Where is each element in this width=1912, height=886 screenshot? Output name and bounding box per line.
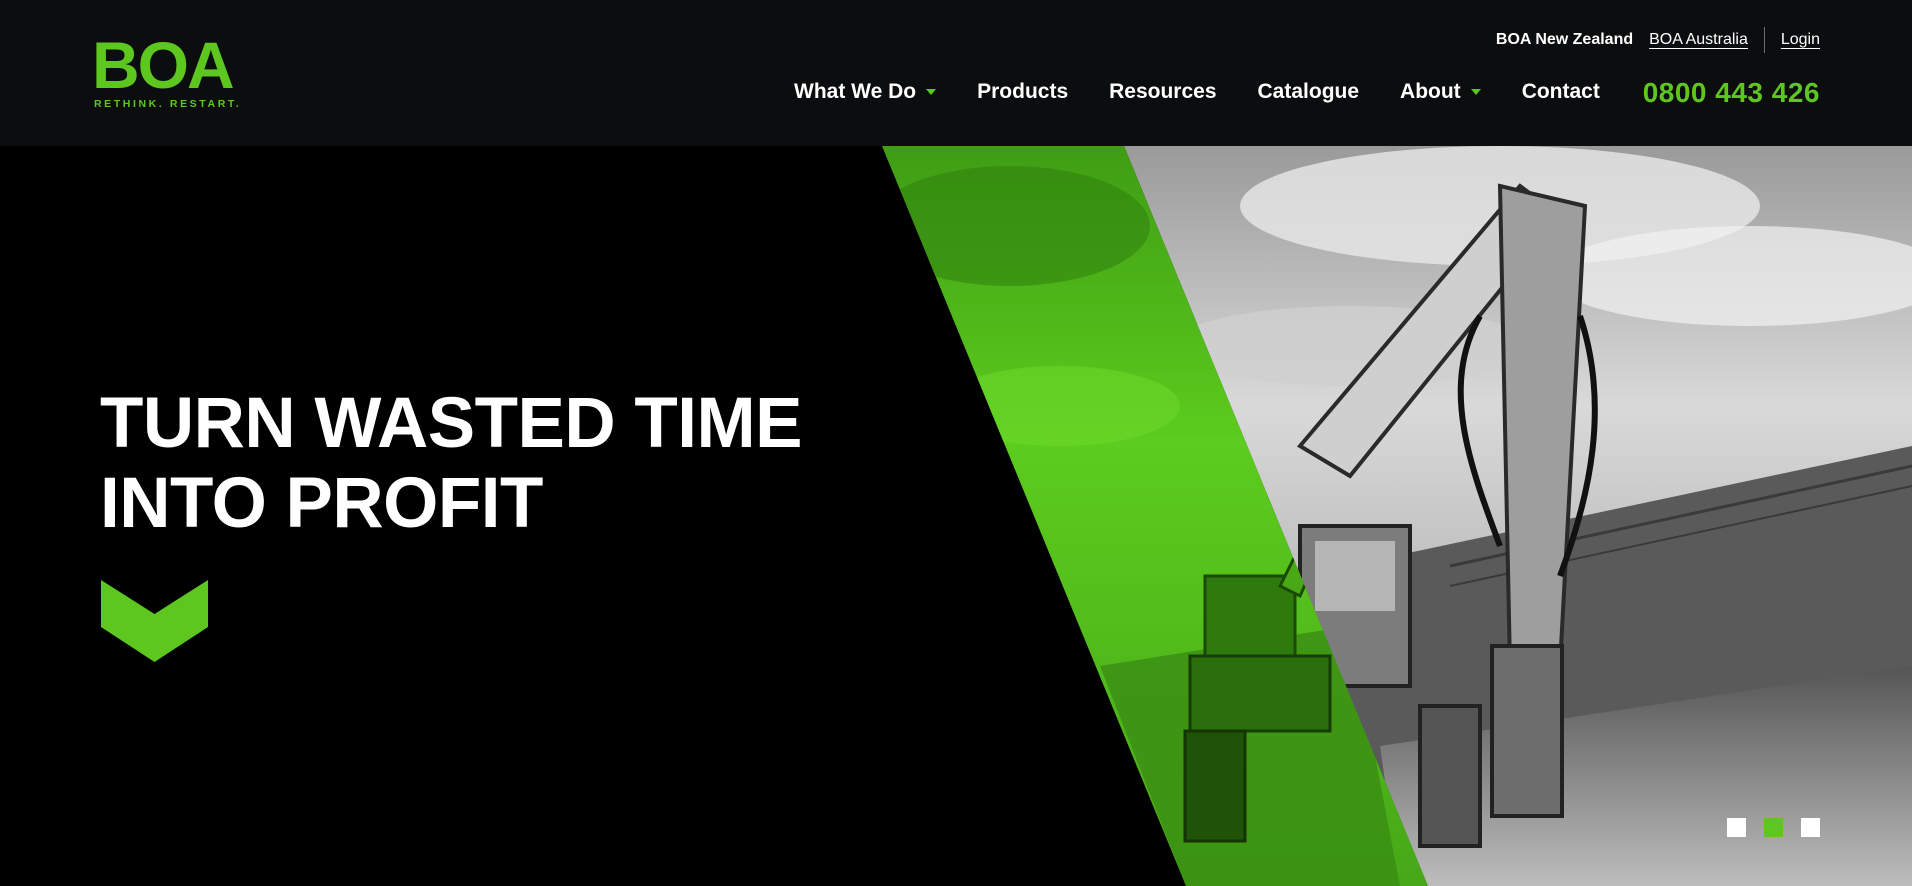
caret-down-icon [1470, 89, 1481, 95]
nav-item-label: About [1400, 80, 1461, 103]
nav-item-catalogue[interactable]: Catalogue [1258, 80, 1360, 104]
nav-item-contact[interactable]: Contact [1522, 80, 1600, 104]
main-nav: What We Do Products Resources Catalogue … [794, 80, 1600, 104]
headline-line-1: TURN WASTED TIME [100, 384, 802, 463]
headline-line-2: INTO PROFIT [100, 464, 543, 543]
region-link-australia[interactable]: BOA Australia [1649, 31, 1748, 49]
nav-item-label: Resources [1109, 80, 1217, 103]
phone-number-link[interactable]: 0800 443 426 [1643, 77, 1820, 109]
nav-item-label: Products [977, 80, 1069, 103]
logo-tagline: RETHINK. RESTART. [94, 98, 242, 110]
hero-banner: TURN WASTED TIME INTO PROFIT [0, 146, 1912, 886]
logo-wordmark: BOA [92, 28, 235, 102]
nav-item-label: Catalogue [1257, 80, 1360, 103]
boa-logo[interactable]: BOA RETHINK. RESTART. [92, 28, 242, 112]
nav-item-what-we-do[interactable]: What We Do [794, 80, 937, 104]
current-region-label: BOA New Zealand [1495, 31, 1634, 48]
nav-item-label: What We Do [794, 80, 917, 103]
site-header: BOA RETHINK. RESTART. BOA New Zealand BO… [0, 0, 1912, 146]
login-link[interactable]: Login [1781, 31, 1820, 49]
caret-down-icon [926, 89, 937, 95]
region-bar: BOA New Zealand BOA Australia Login [1495, 27, 1820, 53]
slide-dot-1[interactable] [1727, 818, 1746, 837]
nav-item-about[interactable]: About [1400, 80, 1481, 104]
slide-dot-2[interactable] [1764, 818, 1783, 837]
slide-dot-3[interactable] [1801, 818, 1820, 837]
nav-item-products[interactable]: Products [977, 80, 1068, 104]
hero-headline: TURN WASTED TIME INTO PROFIT [100, 384, 820, 544]
chevron-down-icon[interactable] [101, 580, 208, 662]
topbar-divider [1763, 27, 1765, 53]
nav-item-resources[interactable]: Resources [1109, 80, 1216, 104]
nav-item-label: Contact [1521, 80, 1600, 103]
slider-pagination [1727, 818, 1820, 837]
